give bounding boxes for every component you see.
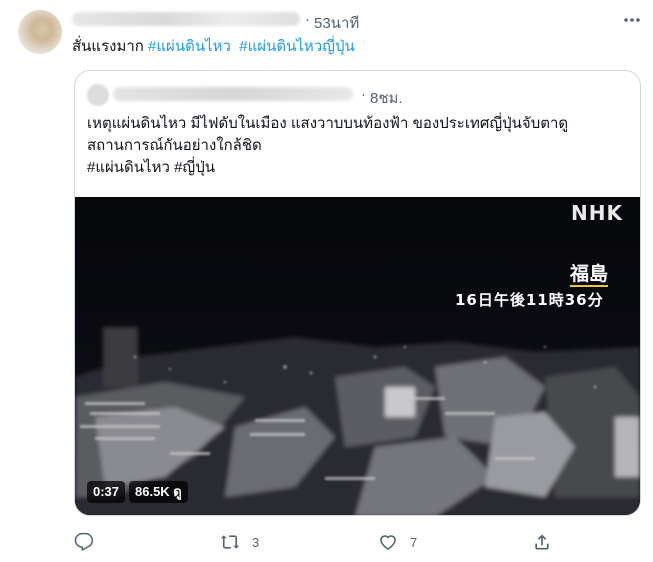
like-count: 7 xyxy=(410,534,418,550)
location-overlay: 福島 xyxy=(570,263,609,287)
quoted-text: เหตุแผ่นดินไหว มีไฟดับในเมือง แสงวาบบนท้… xyxy=(87,113,632,179)
datetime-overlay: 16日午後11時36分 xyxy=(455,291,604,309)
share-icon xyxy=(535,534,549,550)
separator-dot: · xyxy=(361,86,366,103)
separator-dot: · xyxy=(305,11,310,28)
hashtag-link[interactable]: #แผ่นดินไหว xyxy=(148,38,231,55)
quoted-text-line: สถานการณ์กันอย่างใกล้ชิด xyxy=(87,137,262,154)
video-frame xyxy=(75,197,640,515)
video-views-badge: 86.5K ดู xyxy=(129,481,188,503)
hashtag-link[interactable]: #แผ่นดินไหวญี่ปุ่น xyxy=(239,38,354,55)
quoted-time[interactable]: 8ชม. xyxy=(370,86,403,110)
quoted-text-line: เหตุแผ่นดินไหว มีไฟดับในเมือง แสงวาบบนท้… xyxy=(87,115,569,132)
quoted-tweet[interactable]: · 8ชม. เหตุแผ่นดินไหว มีไฟดับในเมือง แสง… xyxy=(74,70,641,516)
retweet-button[interactable]: 3 xyxy=(220,528,259,556)
avatar[interactable] xyxy=(18,10,62,54)
video-player[interactable]: NHK 福島 16日午後11時36分 0:37 86.5K ดู xyxy=(75,197,640,515)
more-icon[interactable] xyxy=(620,12,644,28)
video-duration-badge: 0:37 xyxy=(87,481,126,503)
tweet-text: สั่นแรงมาก #แผ่นดินไหว #แผ่นดินไหวญี่ปุ่… xyxy=(72,37,355,57)
share-button[interactable] xyxy=(532,528,552,556)
author-name-blurred[interactable] xyxy=(72,12,300,26)
quoted-author-blurred[interactable] xyxy=(113,87,353,101)
tweet-text-prefix: สั่นแรงมาก xyxy=(72,38,149,55)
reply-button[interactable] xyxy=(74,528,94,556)
reply-icon xyxy=(74,532,94,551)
quoted-avatar[interactable] xyxy=(87,84,109,106)
quoted-hashtags: #แผ่นดินไหว #ญี่ปุ่น xyxy=(87,159,215,176)
tweet-time[interactable]: 53นาที xyxy=(314,11,359,35)
retweet-icon xyxy=(220,535,240,549)
action-bar: 3 7 xyxy=(0,528,653,556)
like-icon xyxy=(380,535,396,550)
like-button[interactable]: 7 xyxy=(378,528,417,556)
retweet-count: 3 xyxy=(252,534,260,550)
tweet[interactable]: · 53นาที สั่นแรงมาก #แผ่นดินไหว #แผ่นดิน… xyxy=(0,0,653,562)
nhk-logo: NHK xyxy=(571,201,623,225)
